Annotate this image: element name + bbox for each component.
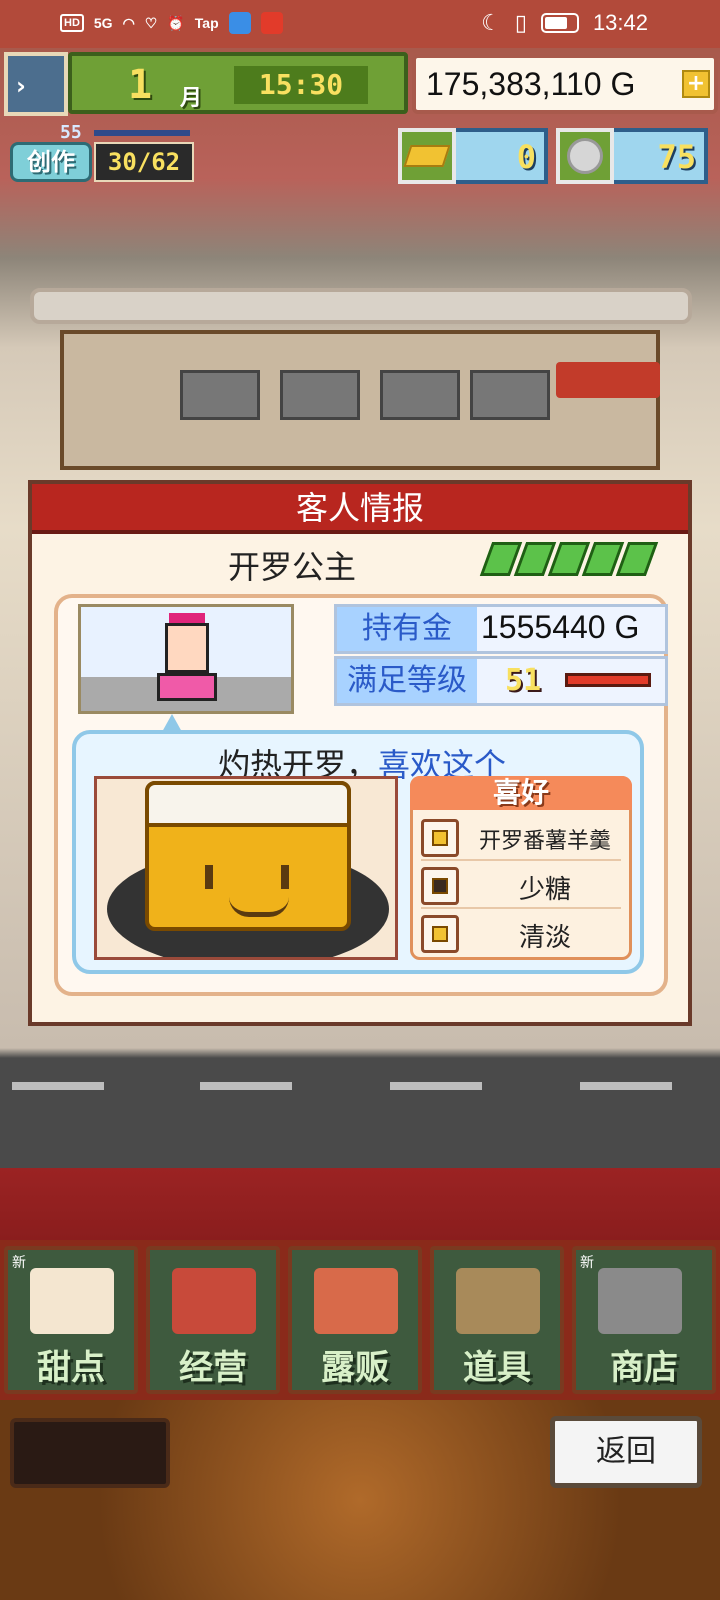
menu-manage-button[interactable]: 经营 <box>146 1246 280 1394</box>
road-marking <box>580 1082 672 1090</box>
signal-icon: 5G <box>93 15 113 31</box>
new-badge: 新 <box>580 1255 594 1271</box>
cream-topping <box>145 781 351 827</box>
create-count: 30/62 <box>94 142 194 182</box>
road-marking <box>200 1082 292 1090</box>
month-value: 1 <box>128 62 153 108</box>
money-amount: 1555440 G <box>481 609 640 645</box>
menu-label: 商店 <box>610 1348 678 1388</box>
oven <box>180 370 260 420</box>
create-level-bar <box>94 130 190 136</box>
create-level: 55 <box>60 122 82 143</box>
menu-label: 甜点 <box>37 1348 105 1388</box>
satisfaction-label: 满足等级 <box>337 659 477 703</box>
princess-avatar <box>165 623 209 673</box>
menu-label: 经营 <box>179 1348 247 1388</box>
medal-counter[interactable]: 75 <box>556 128 708 184</box>
menu-stall-button[interactable]: 露贩 <box>288 1246 422 1394</box>
medal-icon <box>556 128 614 184</box>
side-menu-arrow[interactable]: › <box>16 72 26 100</box>
battery-icon <box>540 13 579 33</box>
shop-awning <box>556 362 660 398</box>
menu-label: 道具 <box>463 1348 531 1388</box>
satisfaction-row: 满足等级 51 <box>334 656 668 706</box>
month-unit: 月 <box>180 86 203 111</box>
cart-icon <box>598 1268 682 1334</box>
money-value: 175,383,110 G <box>426 66 636 102</box>
gold-bar-icon <box>398 128 456 184</box>
menu-items-button[interactable]: 道具 <box>430 1246 564 1394</box>
app-icon <box>260 12 283 34</box>
money-row: 持有金 1555440 G <box>334 604 668 654</box>
dialog-title: 客人情报 <box>32 484 688 534</box>
road-marking <box>12 1082 104 1090</box>
oven <box>470 370 550 420</box>
hd-icon: HD <box>60 14 84 32</box>
customer-info-dialog: 客人情报 开罗公主 持有金 1555440 G 满足等级 51 灼热开罗，喜欢这… <box>28 480 692 1026</box>
player-avatar[interactable]: › <box>4 52 68 116</box>
eye <box>281 865 289 889</box>
message-box <box>10 1418 170 1488</box>
menu-label: 露贩 <box>321 1348 389 1388</box>
customer-name: 开罗公主 <box>228 548 357 586</box>
oven <box>380 370 460 420</box>
preferences-panel: 喜好 开罗番薯羊羹 少糖 清淡 <box>410 776 632 960</box>
oven <box>280 370 360 420</box>
food-image <box>94 776 398 960</box>
speech-bubble: 灼热开罗，喜欢这个 喜好 开罗番薯羊羹 少糖 清淡 <box>72 730 644 974</box>
preference-item: 开罗番薯羊羹 <box>421 815 621 861</box>
money-label: 持有金 <box>337 607 477 651</box>
shop-roof <box>30 288 692 324</box>
create-label: 创作 <box>10 142 92 182</box>
menu-dessert-button[interactable]: 新 甜点 <box>4 1246 138 1394</box>
create-panel[interactable]: 55 创作 30/62 <box>6 122 196 186</box>
gear-bag-icon <box>456 1268 540 1334</box>
satisfaction-bar <box>565 673 651 687</box>
food-truck-icon <box>314 1268 398 1334</box>
eye <box>205 865 213 889</box>
preference-item: 清淡 <box>421 911 621 957</box>
tap-icon: Tap <box>194 15 219 31</box>
vibrate-icon: ▯ <box>514 10 527 35</box>
dialog-body: 持有金 1555440 G 满足等级 51 灼热开罗，喜欢这个 喜好 开罗番薯羊… <box>54 594 668 996</box>
shop-icon <box>172 1268 256 1334</box>
back-button[interactable]: 返回 <box>550 1416 702 1488</box>
cake-icon <box>30 1268 114 1334</box>
preferences-title: 喜好 <box>410 776 632 810</box>
moon-icon: ☾ <box>481 10 501 35</box>
preference-label: 开罗番薯羊羹 <box>478 829 611 854</box>
add-money-button[interactable]: + <box>682 70 710 98</box>
status-bar: HD 5G ◠ ♡ ⏰ Tap ☾ ▯ 13:42 <box>0 0 720 48</box>
satisfaction-level: 51 <box>505 663 542 698</box>
road-marking <box>390 1082 482 1090</box>
customer-portrait <box>78 604 294 714</box>
heart-icon: ♡ <box>144 14 158 31</box>
new-badge: 新 <box>12 1255 26 1271</box>
sugar-icon <box>421 867 459 905</box>
game-clock: 15:30 <box>234 66 368 104</box>
preference-label: 清淡 <box>518 923 571 953</box>
money-panel: 175,383,110 G + <box>412 54 718 114</box>
gold-bar-counter[interactable]: 0 <box>398 128 548 184</box>
flavor-icon <box>421 915 459 953</box>
preference-label: 少糖 <box>518 875 571 905</box>
app-icon <box>228 12 251 34</box>
medal-count: 75 <box>657 138 696 176</box>
alarm-icon: ⏰ <box>167 14 185 31</box>
menu-store-button[interactable]: 新 商店 <box>572 1246 716 1394</box>
customer-rank-stars <box>479 542 659 576</box>
wifi-icon: ◠ <box>122 14 135 31</box>
calendar-panel: 1 月 15:30 <box>68 52 408 114</box>
dessert-icon <box>421 819 459 857</box>
gold-bar-count: 0 <box>516 138 536 176</box>
shop-interior <box>60 330 660 470</box>
clock-text: 13:42 <box>592 10 648 35</box>
preference-item: 少糖 <box>421 863 621 909</box>
